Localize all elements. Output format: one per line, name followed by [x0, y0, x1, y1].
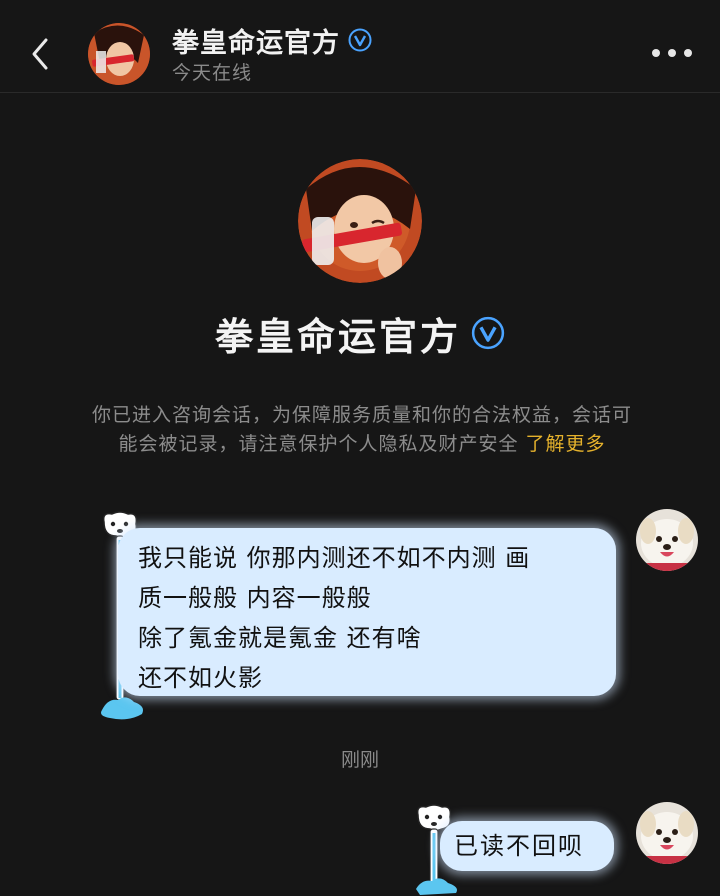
back-button[interactable] [26, 34, 56, 74]
chat-header: 拳皇命运官方 今天在线 [0, 0, 720, 93]
message-line: 质一般般 内容一般般 [138, 584, 372, 612]
header-title: 拳皇命运官方 [172, 27, 340, 59]
message-line: 我只能说 你那内测还不如不内测 画 [138, 544, 531, 572]
more-dots-icon [652, 49, 660, 57]
privacy-notice: 你已进入咨询会话，为保障服务质量和你的合法权益，会话可能会被记录，请注意保护个人… [88, 401, 636, 459]
online-status: 今天在线 [172, 62, 253, 84]
message-timestamp: 刚刚 [340, 749, 379, 771]
profile-name-row: 拳皇命运官方 [0, 305, 720, 361]
my-avatar[interactable] [636, 802, 698, 864]
message-bubble[interactable]: 已读不回呗 [440, 821, 614, 871]
profile-avatar[interactable] [298, 159, 422, 283]
my-avatar[interactable] [636, 509, 698, 571]
verified-icon [471, 316, 505, 350]
verified-icon [348, 28, 372, 52]
header-avatar[interactable] [88, 23, 150, 85]
chevron-left-icon [32, 38, 48, 70]
message-line: 除了氪金就是氪金 还有啥 [138, 624, 422, 652]
learn-more-link[interactable]: 了解更多 [526, 433, 606, 455]
profile-name: 拳皇命运官方 [214, 313, 461, 359]
message-bubble[interactable]: 我只能说 你那内测还不如不内测 画 质一般般 内容一般般 除了氪金就是氪金 还有… [118, 528, 616, 696]
header-title-row: 拳皇命运官方 [172, 22, 372, 59]
message-text: 已读不回呗 [454, 832, 584, 860]
message-line: 还不如火影 [138, 664, 263, 692]
more-options-button[interactable] [652, 46, 692, 60]
